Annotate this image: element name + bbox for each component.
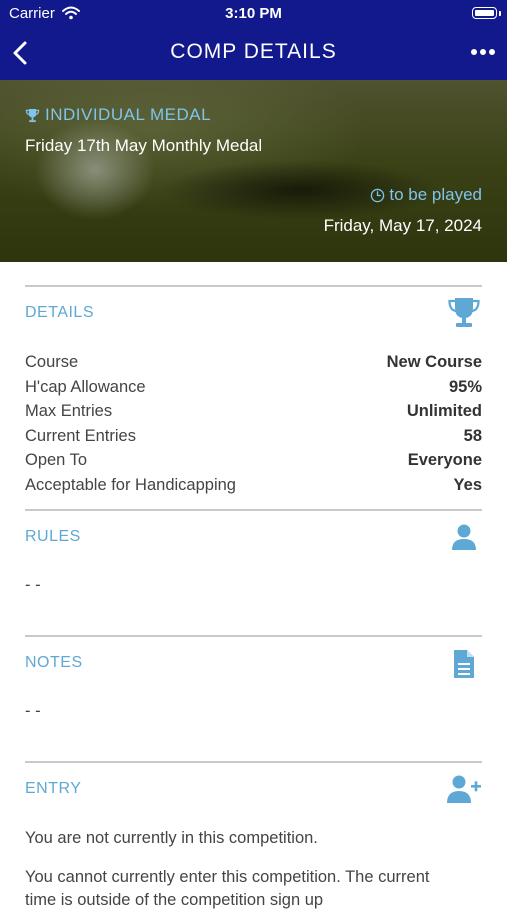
- detail-label: Max Entries: [25, 402, 113, 420]
- detail-row-hcap-allowance: H'cap Allowance 95%: [25, 378, 482, 402]
- details-section: DETAILS Course New Course H'cap Allowanc…: [25, 285, 482, 509]
- competition-name: Friday 17th May Monthly Medal: [25, 136, 263, 155]
- detail-value: New Course: [386, 353, 482, 371]
- battery-icon: [472, 7, 497, 19]
- detail-label: Course: [25, 353, 79, 371]
- competition-type: INDIVIDUAL MEDAL: [25, 105, 211, 125]
- detail-value: Yes: [453, 475, 482, 494]
- detail-value: 58: [463, 426, 482, 445]
- entry-restriction-text: You cannot currently enter this competit…: [25, 868, 430, 909]
- play-status-label: to be played: [389, 185, 482, 204]
- more-options-icon[interactable]: [469, 42, 497, 62]
- detail-row-open-to: Open To Everyone: [25, 451, 482, 475]
- status-bar: Carrier 3:10 PM: [0, 0, 507, 28]
- person-add-icon[interactable]: [446, 774, 482, 804]
- detail-row-max-entries: Max Entries Unlimited: [25, 402, 482, 426]
- nav-bar: COMP DETAILS: [0, 28, 507, 80]
- entry-section: ENTRY You are not currently in this comp…: [25, 761, 482, 909]
- notes-title: NOTES: [25, 654, 83, 671]
- rules-text: - -: [25, 576, 41, 594]
- document-icon: [454, 650, 474, 678]
- detail-value: Everyone: [407, 451, 482, 469]
- detail-value: 95%: [448, 377, 482, 396]
- detail-label: Current Entries: [25, 426, 136, 445]
- trophy-icon: [25, 108, 40, 122]
- play-status: to be played: [370, 185, 482, 205]
- competition-type-label: INDIVIDUAL MEDAL: [45, 105, 212, 124]
- entry-status-text: You are not currently in this competitio…: [25, 829, 318, 847]
- trophy-icon: [448, 298, 480, 327]
- detail-label: H'cap Allowance: [25, 377, 146, 396]
- clock-icon: [371, 188, 385, 202]
- detail-row-course: Course New Course: [25, 353, 482, 377]
- detail-value: Unlimited: [406, 402, 482, 420]
- competition-header: INDIVIDUAL MEDAL Friday 17th May Monthly…: [0, 80, 507, 262]
- detail-row-current-entries: Current Entries 58: [25, 427, 482, 451]
- notes-section: NOTES - -: [25, 635, 482, 761]
- rules-title: RULES: [25, 528, 81, 545]
- competition-date: Friday, May 17, 2024: [323, 216, 482, 235]
- page-title: COMP DETAILS: [170, 40, 337, 63]
- detail-label: Acceptable for Handicapping: [25, 475, 236, 494]
- clock-time: 3:10 PM: [225, 5, 282, 22]
- notes-text: - -: [25, 702, 41, 720]
- detail-label: Open To: [25, 451, 88, 469]
- rules-section: RULES - -: [25, 509, 482, 635]
- entry-title: ENTRY: [25, 780, 82, 797]
- battery-tip: [499, 11, 501, 16]
- details-title: DETAILS: [25, 304, 94, 321]
- person-icon: [452, 524, 476, 550]
- detail-row-handicapping: Acceptable for Handicapping Yes: [25, 476, 482, 500]
